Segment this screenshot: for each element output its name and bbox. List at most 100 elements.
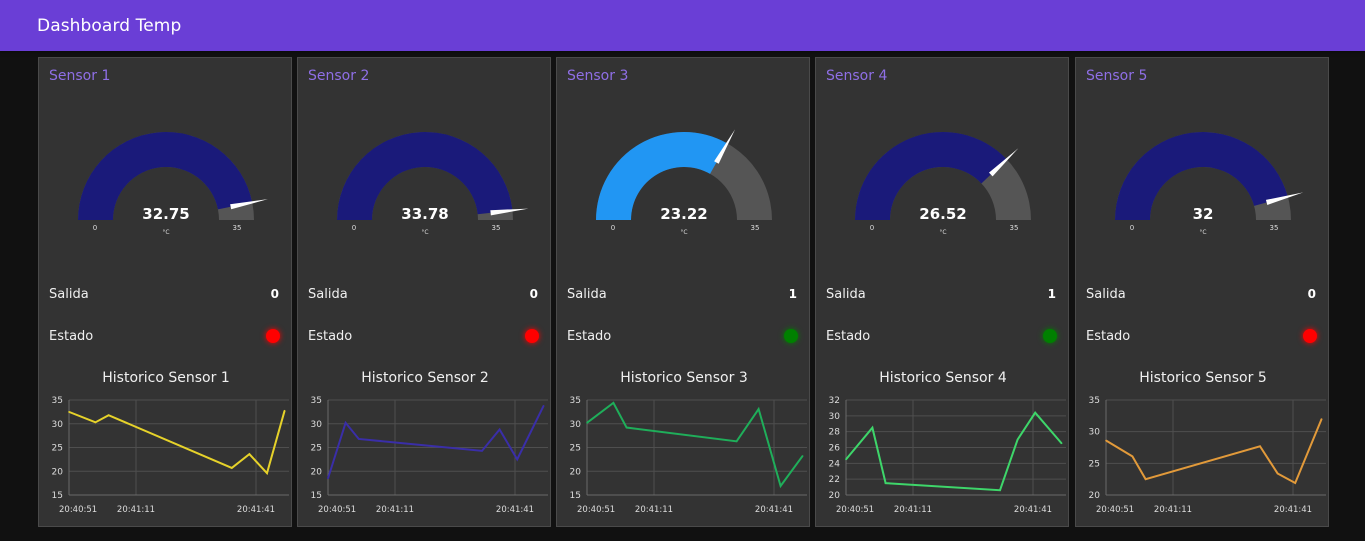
gauge-min-label: 0	[352, 224, 356, 232]
y-tick-label: 30	[829, 412, 841, 422]
y-tick-label: 28	[829, 428, 841, 438]
estado-label: Estado	[1086, 329, 1131, 344]
gauge-svg: 23.22 °C 0 35	[596, 129, 772, 236]
x-tick-label: 20:40:51	[1096, 505, 1134, 515]
data-point	[68, 411, 70, 413]
history-chart: 15 20 25 30 35 20:40:51 20:41:11 20:41:41	[39, 392, 293, 522]
gauge-max-label: 35	[1270, 224, 1279, 232]
series-line	[327, 405, 545, 479]
series-line	[68, 410, 286, 476]
data-point	[999, 489, 1001, 492]
salida-label: Salida	[1086, 287, 1126, 302]
gauge-value: 23.22	[660, 205, 707, 223]
data-point	[248, 453, 251, 455]
gauge-value: 26.52	[919, 205, 966, 223]
y-tick-label: 35	[311, 396, 322, 406]
data-point	[107, 414, 110, 416]
data-point	[1016, 438, 1019, 441]
gauge-value: 32	[1193, 205, 1214, 223]
gauge-max-label: 35	[492, 224, 501, 232]
data-point	[344, 422, 347, 424]
status-led	[784, 329, 798, 343]
data-point	[586, 422, 588, 424]
x-tick-label: 20:40:51	[836, 505, 874, 515]
salida-value: 0	[529, 287, 538, 301]
data-point	[231, 467, 233, 469]
y-tick-label: 15	[570, 491, 581, 501]
y-tick-label: 30	[570, 420, 582, 430]
y-tick-label: 22	[829, 475, 840, 485]
estado-label: Estado	[826, 329, 871, 344]
data-point	[884, 482, 887, 484]
y-tick-label: 20	[829, 491, 841, 501]
y-tick-label: 35	[52, 396, 63, 406]
data-point	[801, 455, 804, 457]
gauge-min-label: 0	[611, 224, 615, 232]
chart-title: Historico Sensor 1	[102, 370, 230, 386]
dashboard-title: Dashboard Temp	[37, 16, 182, 36]
sensor-title: Sensor 4	[826, 68, 888, 84]
sensor-card: Sensor 2 33.78 °C 0 35 Salida 0 Estado Historico…	[297, 57, 551, 527]
data-point	[1034, 411, 1036, 414]
data-point	[266, 472, 268, 474]
chart-title: Historico Sensor 5	[1139, 370, 1267, 386]
salida-value: 0	[1307, 287, 1316, 301]
x-tick-label: 20:41:11	[894, 505, 932, 515]
chart-title: Historico Sensor 2	[361, 370, 489, 386]
salida-label: Salida	[826, 287, 866, 302]
data-point	[94, 421, 97, 424]
gauge-svg: 26.52 °C 0 35	[855, 132, 1031, 236]
x-tick-label: 20:41:41	[237, 505, 275, 515]
gauge-value: 33.78	[401, 205, 448, 223]
y-tick-label: 35	[1089, 396, 1100, 406]
data-point	[1294, 482, 1296, 484]
history-chart: 20 22 24 26 28 30 32 20:40:51 20:41:11 20:41:41	[816, 392, 1070, 522]
temperature-gauge: 23.22 °C 0 35	[557, 118, 811, 248]
y-tick-label: 20	[52, 467, 64, 477]
chart-svg: 20 25 30 35 20:40:51 20:41:11 20:41:41	[1089, 396, 1326, 515]
x-tick-label: 20:41:41	[496, 505, 534, 515]
data-point	[735, 440, 738, 443]
sensor-card: Sensor 5 32 °C 0 35 Salida 0 Estado Historico Se…	[1075, 57, 1329, 527]
chart-title: Historico Sensor 4	[879, 370, 1007, 386]
data-point	[612, 402, 615, 404]
data-point	[481, 450, 483, 452]
data-point	[1144, 478, 1147, 480]
sensor-title: Sensor 5	[1086, 68, 1148, 84]
data-point	[327, 477, 329, 480]
temperature-gauge: 33.78 °C 0 35	[298, 118, 552, 248]
temperature-gauge: 32 °C 0 35	[1076, 118, 1330, 248]
y-tick-label: 25	[52, 444, 63, 454]
sensor-card: Sensor 3 23.22 °C 0 35 Salida 1 Estado Historico…	[556, 57, 810, 527]
y-tick-label: 30	[52, 420, 64, 430]
chart-title: Historico Sensor 3	[620, 370, 748, 386]
history-chart: 20 25 30 35 20:40:51 20:41:11 20:41:41	[1076, 392, 1330, 522]
y-tick-label: 24	[829, 459, 841, 469]
data-point	[283, 409, 286, 412]
y-tick-label: 32	[829, 396, 840, 406]
y-tick-label: 20	[1089, 491, 1101, 501]
y-tick-label: 35	[570, 396, 581, 406]
data-point	[516, 458, 518, 461]
status-led	[1303, 329, 1317, 343]
series-line	[1105, 418, 1323, 485]
chart-svg: 15 20 25 30 35 20:40:51 20:41:11 20:41:41	[52, 396, 289, 515]
estado-label: Estado	[49, 329, 94, 344]
x-tick-label: 20:40:51	[577, 505, 615, 515]
data-point	[779, 485, 782, 487]
y-tick-label: 20	[570, 467, 582, 477]
gauge-unit: °C	[421, 229, 428, 236]
gauge-unit: °C	[680, 229, 687, 236]
gauge-svg: 32 °C 0 35	[1115, 132, 1304, 236]
sensor-title: Sensor 2	[308, 68, 370, 84]
x-tick-label: 20:41:11	[117, 505, 155, 515]
estado-label: Estado	[308, 329, 353, 344]
gauge-min-label: 0	[1130, 224, 1134, 232]
data-point	[1131, 455, 1134, 458]
top-bar: Dashboard Temp	[0, 0, 1365, 51]
sensor-title: Sensor 3	[567, 68, 629, 84]
gauge-max-label: 35	[233, 224, 242, 232]
gauge-min-label: 0	[870, 224, 874, 232]
x-tick-label: 20:41:11	[635, 505, 673, 515]
x-tick-label: 20:41:41	[1014, 505, 1052, 515]
